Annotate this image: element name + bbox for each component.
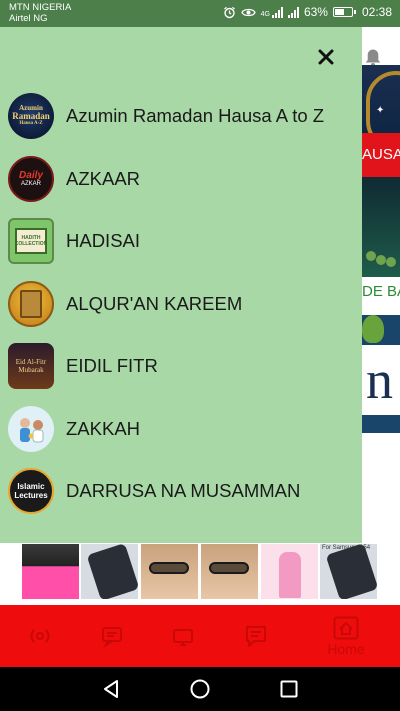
ad-thumb-outfit[interactable] [22,544,79,599]
zakkah-icon [8,405,54,452]
network-type-icon: 4G [260,6,283,18]
tv-icon [173,629,193,646]
menu-item-label: Azumin Ramadan Hausa A to Z [66,105,325,127]
quran-icon [8,280,54,327]
background-red-label: AUSA [362,133,400,177]
nav-item-messages[interactable] [216,605,296,667]
menu-item-ramadan[interactable]: Azumin Ramadan Hausa A-Z Azumin Ramadan … [0,85,362,148]
drawer-menu-list: Azumin Ramadan Hausa A-Z Azumin Ramadan … [0,85,362,523]
eid-icon-line-1: Eid Al-Fitr [15,358,47,367]
ad-thumb-phone[interactable] [81,544,138,599]
nav-item-home[interactable]: Home [306,605,386,667]
alarm-icon [223,6,235,18]
ramadan-app-icon: Azumin Ramadan Hausa A-Z [8,93,54,140]
lectures-icon-line-2: Lectures [14,491,48,501]
ramadan-icon-line-2: Ramadan [12,111,50,122]
menu-item-azkaar[interactable]: Daily AZKAR AZKAAR [0,148,362,211]
carrier-2: Airtel NG [9,13,48,24]
carrier-info: MTN NIGERIA Airtel NG [9,2,71,24]
background-mosque-image [362,177,400,277]
signal-icon [287,6,299,18]
ad-thumb-phone-2[interactable]: For Samsung A54 [320,544,377,599]
background-eid-image: n [362,315,400,433]
home-circle-icon[interactable] [188,677,212,701]
radio-icon [30,629,50,643]
azkar-icon-line-2: AZKAR [20,180,41,187]
bottom-navigation: Home [0,605,400,667]
menu-item-label: ZAKKAH [66,417,141,439]
home-icon [333,616,359,639]
azkar-icon-line-1: Daily [19,169,43,181]
islamic-lectures-icon: Islamic Lectures [8,468,54,515]
message-icon [246,626,266,647]
clock: 02:38 [361,5,392,19]
ramadan-icon-line-3: Hausa A-Z [19,121,43,127]
status-bar: MTN NIGERIA Airtel NG 4G 63% 02:38 [0,0,400,27]
menu-item-hadisai[interactable]: HADITH COLLECTION HADISAI [0,210,362,273]
recents-icon[interactable] [277,677,301,701]
menu-item-label: ALQUR'AN KAREEM [66,292,243,314]
close-button[interactable] [314,45,338,69]
ad-caption: For Samsung A54 [322,545,371,551]
navigation-drawer: Azumin Ramadan Hausa A-Z Azumin Ramadan … [0,27,362,543]
menu-item-label: AZKAAR [66,167,141,189]
nav-home-label: Home [327,640,365,657]
ad-banner[interactable]: For Samsung A54 [0,543,400,605]
menu-item-zakkah[interactable]: ZAKKAH [0,398,362,461]
eid-mubarak-icon: Eid Al-Fitr Mubarak [8,343,54,390]
network-type-label: 4G [260,10,270,18]
close-icon [318,49,334,65]
background-green-text: DE BA [362,283,400,300]
chat-icon [102,627,122,648]
daily-azkar-icon: Daily AZKAR [8,155,54,202]
ad-thumb-sunglasses-2[interactable] [201,544,258,599]
ad-thumb-sunglasses[interactable] [141,544,198,599]
lectures-icon-line-1: Islamic [17,482,45,492]
menu-item-alquran[interactable]: ALQUR'AN KAREEM [0,273,362,336]
nav-item-chat[interactable] [72,605,152,667]
eye-icon [240,8,256,16]
hadith-icon-line-2: COLLECTION [14,241,48,248]
hadith-collection-icon: HADITH COLLECTION [8,218,54,265]
menu-item-eid[interactable]: Eid Al-Fitr Mubarak EIDIL FITR [0,335,362,398]
eid-icon-line-2: Mubarak [18,366,44,375]
carrier-1: MTN NIGERIA [9,2,72,13]
battery-fill [334,9,345,15]
battery-percent: 63% [303,5,328,19]
background-big-letter: n [362,345,400,415]
system-navigation-bar [0,667,400,711]
nav-item-radio[interactable] [0,605,80,667]
ad-thumb-dress[interactable] [261,544,318,599]
menu-item-darrusa[interactable]: Islamic Lectures DARRUSA NA MUSAMMAN [0,460,362,523]
menu-item-label: EIDIL FITR [66,355,158,377]
status-icons: 4G 63% 02:38 [223,5,392,19]
menu-item-label: HADISAI [66,230,141,252]
battery-icon [332,7,356,17]
menu-item-label: DARRUSA NA MUSAMMAN [66,480,301,502]
back-icon[interactable] [99,677,123,701]
nav-item-tv[interactable] [143,605,223,667]
